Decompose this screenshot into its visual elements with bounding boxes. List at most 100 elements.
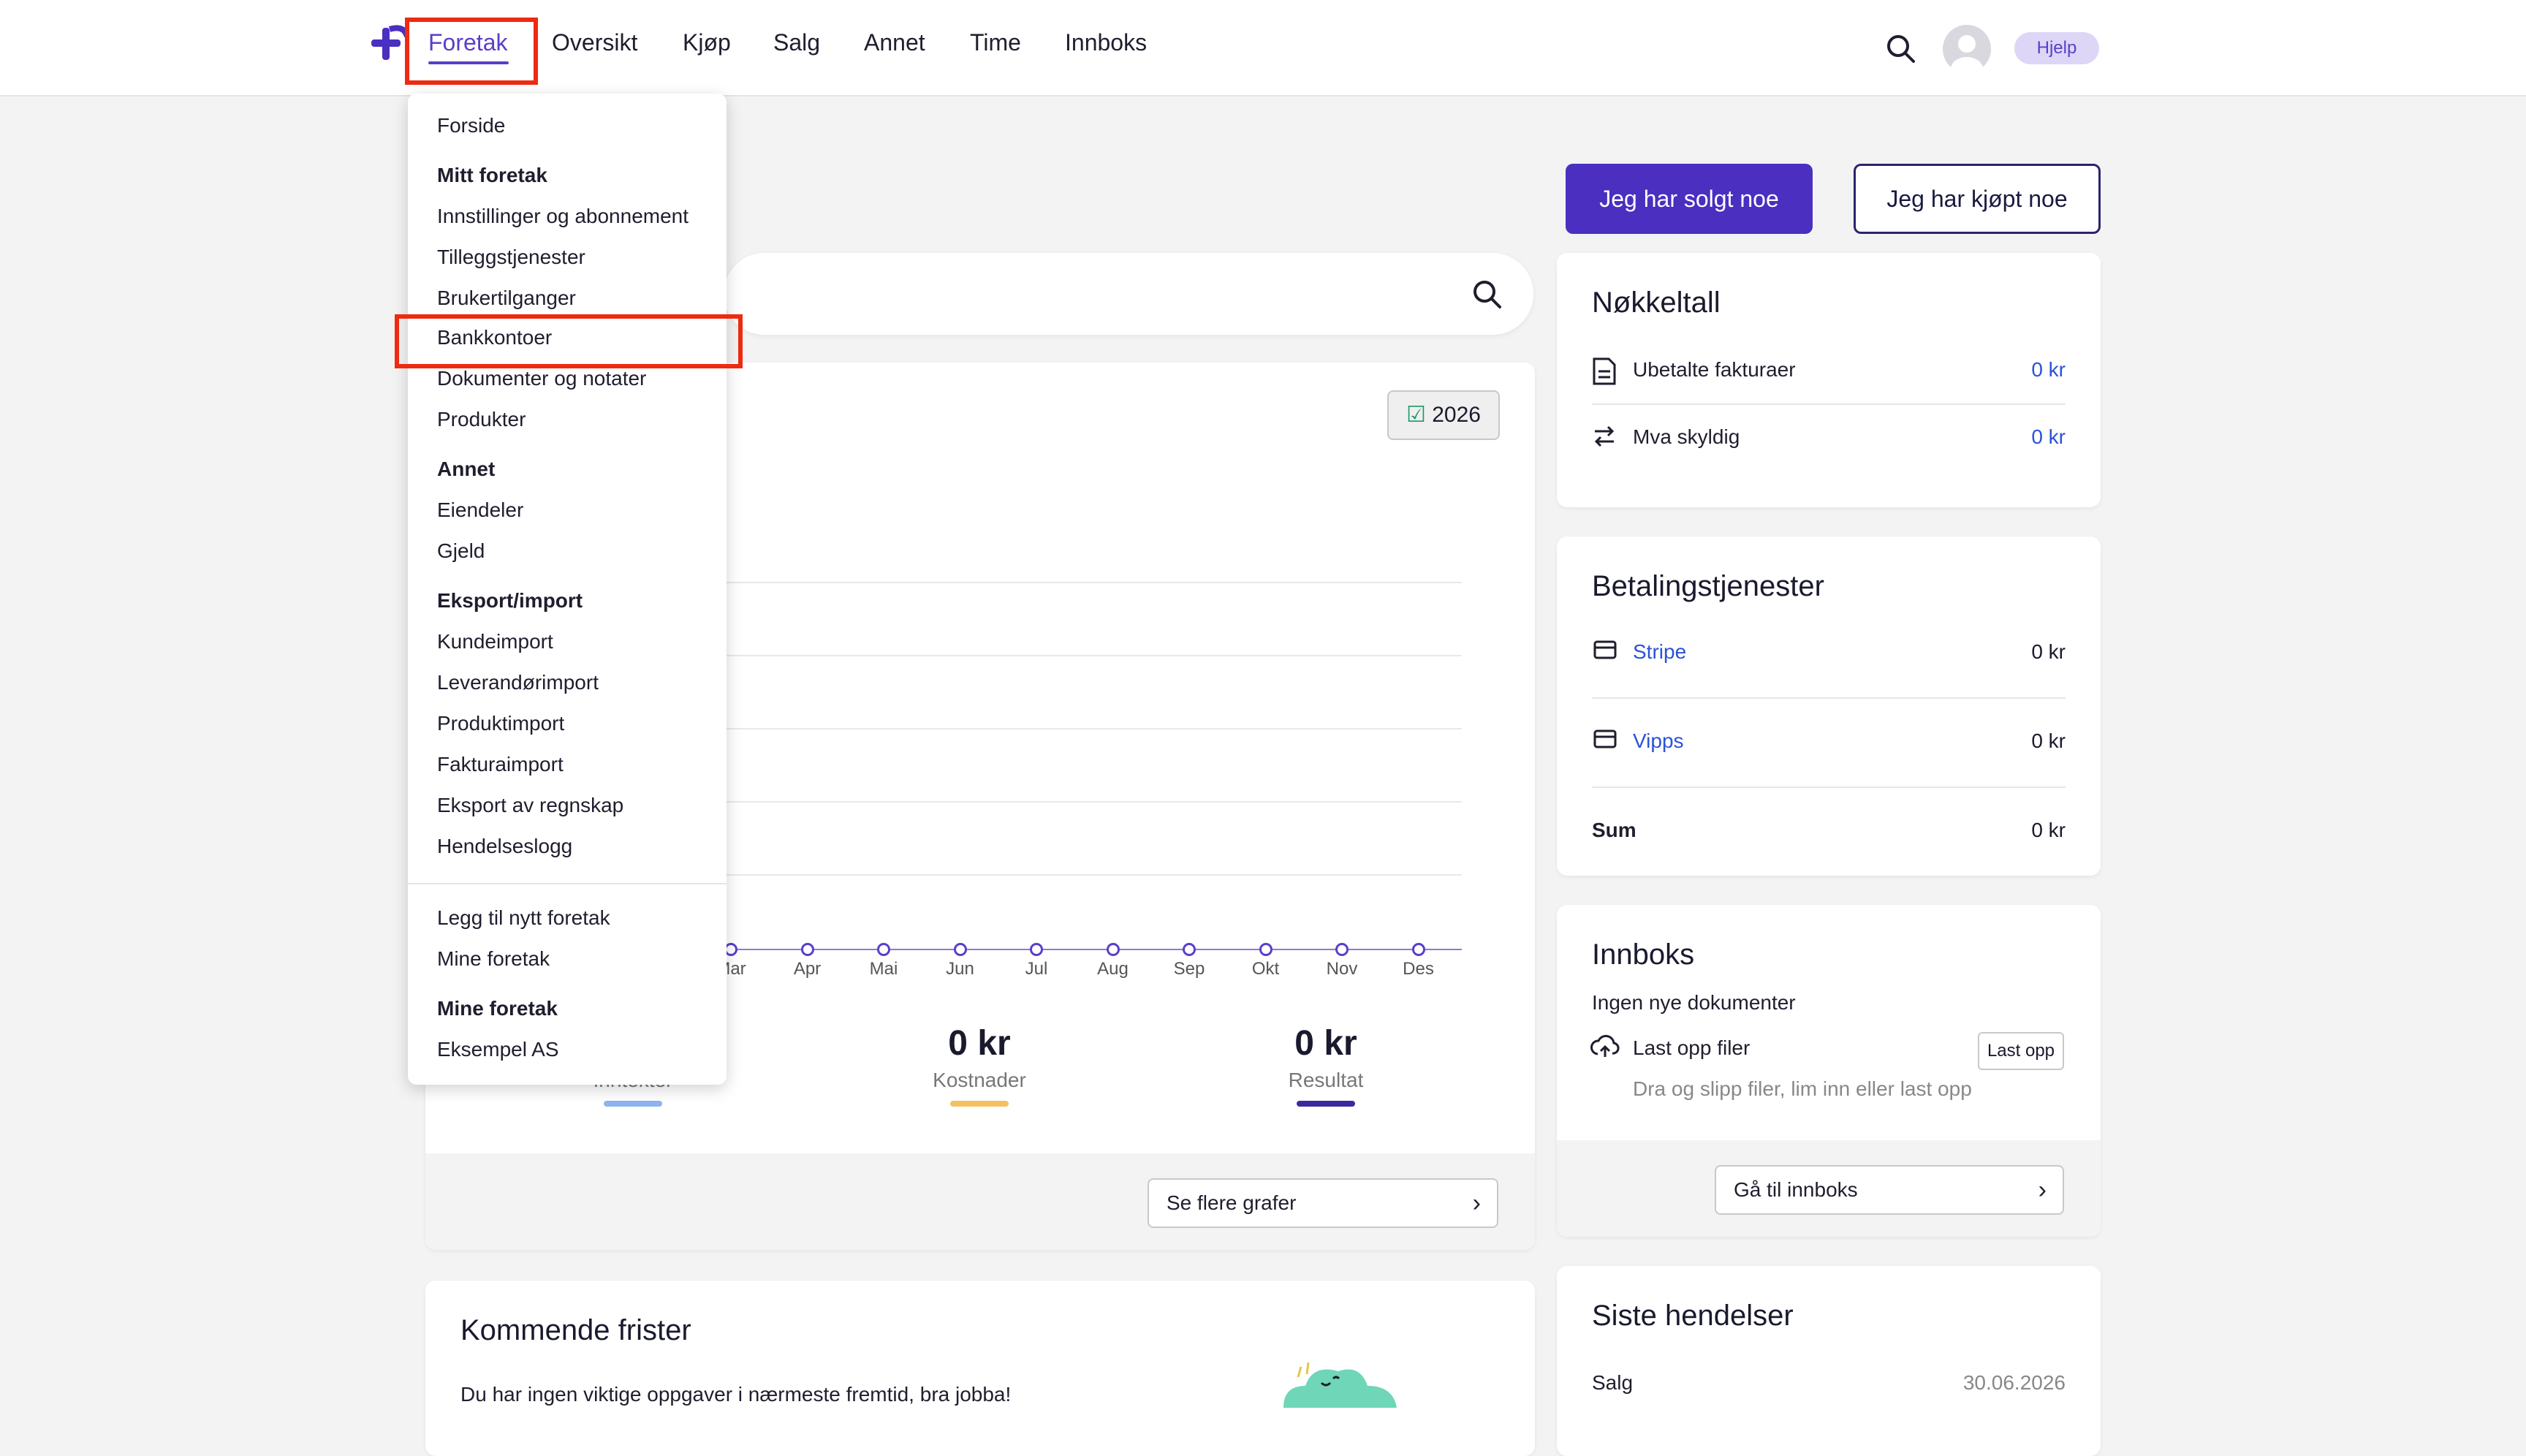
menu-item-company[interactable]: Eksempel AS [437,1038,559,1061]
chart-month-label: Des [1403,959,1434,979]
menu-heading-mine-foretak: Mine foretak [437,997,558,1020]
nav-foretak[interactable]: Foretak [428,29,507,56]
inbox-title: Innboks [1592,939,1695,971]
chart-month-point [1411,943,1425,956]
chart-month-label: Jun [946,959,974,979]
upload-button[interactable]: Last opp [1978,1032,2064,1070]
vat-owed-value[interactable]: 0 kr [2031,425,2066,449]
stripe-link[interactable]: Stripe [1633,640,1686,664]
upload-hint: Dra og slipp filer, lim inn eller last o… [1633,1077,1972,1100]
cloud-upload-icon [1590,1034,1620,1057]
chart-card-footer: Se flere grafer › [425,1153,1535,1250]
vat-owed-label[interactable]: Mva skyldig [1633,425,1740,449]
foretak-dropdown-menu: Forside Mitt foretak Innstillinger og ab… [408,94,727,1085]
year-filter-button[interactable]: ☑ 2026 [1387,390,1500,440]
payment-services-title: Betalingstjenester [1592,570,1824,602]
search-input[interactable] [724,253,1533,335]
chart-month-point [1183,943,1196,956]
inbox-card-footer: Gå til innboks › [1557,1140,2101,1237]
menu-item-kundeimport[interactable]: Kundeimport [437,630,553,653]
user-avatar[interactable] [1943,25,1991,73]
upload-files-label: Last opp filer [1633,1036,1751,1059]
key-figures-title: Nøkkeltall [1592,287,1721,319]
stripe-value: 0 kr [2031,640,2066,663]
chart-month-point [953,943,967,956]
divider [1592,697,2066,699]
nav-time[interactable]: Time [970,29,1021,56]
top-navigation-bar: Foretak Oversikt Kjøp Salg Annet Time In… [0,0,2526,96]
costs-color-bar [950,1101,1009,1107]
chart-month-point [1259,943,1273,956]
menu-item-brukertilganger[interactable]: Brukertilganger [437,287,576,310]
costs-value: 0 kr [948,1024,1011,1063]
search-icon[interactable] [1884,32,1916,64]
chart-gridline [724,582,1462,583]
search-icon[interactable] [1471,278,1503,310]
nav-oversikt[interactable]: Oversikt [552,29,637,56]
see-more-graphs-label: Se flere grafer [1167,1191,1297,1214]
income-color-bar [604,1101,662,1107]
divider [1592,786,2066,788]
card-icon [1593,729,1617,748]
checkbox-icon: ☑ [1406,403,1426,427]
chart-month-point [1335,943,1349,956]
unpaid-invoices-label[interactable]: Ubetalte fakturaer [1633,358,1796,382]
menu-item-hendelseslogg[interactable]: Hendelseslogg [437,835,572,858]
menu-item-leverandorimport[interactable]: Leverandørimport [437,671,599,694]
result-color-bar [1297,1101,1355,1107]
menu-heading-annet: Annet [437,458,496,480]
menu-item-bankkontoer[interactable]: Bankkontoer [437,326,552,349]
chart-month-label: Jul [1025,959,1048,979]
menu-item-gjeld[interactable]: Gjeld [437,539,485,563]
unpaid-invoices-value[interactable]: 0 kr [2031,358,2066,382]
result-label: Resultat [1288,1069,1364,1091]
menu-item-tilleggstjenester[interactable]: Tilleggstjenester [437,246,585,269]
sold-something-button[interactable]: Jeg har solgt noe [1566,164,1813,234]
chart-month-point [800,943,814,956]
menu-item-legg-til-foretak[interactable]: Legg til nytt foretak [437,906,610,930]
menu-item-produktimport[interactable]: Produktimport [437,712,564,735]
see-more-graphs-button[interactable]: Se flere grafer › [1148,1178,1498,1228]
vipps-link[interactable]: Vipps [1633,729,1684,753]
deadlines-title: Kommende frister [460,1314,691,1346]
chart-gridline [724,728,1462,729]
sum-value: 0 kr [2031,819,2066,841]
divider [1592,403,2066,405]
help-button[interactable]: Hjelp [2014,32,2099,64]
menu-item-forside[interactable]: Forside [437,114,505,137]
menu-heading-eksport-import: Eksport/import [437,589,583,612]
go-to-inbox-button[interactable]: Gå til innboks › [1715,1165,2064,1215]
card-icon [1593,640,1617,659]
menu-item-eiendeler[interactable]: Eiendeler [437,498,523,522]
costs-label: Kostnader [933,1069,1026,1091]
menu-item-eksport-regnskap[interactable]: Eksport av regnskap [437,794,623,817]
chart-month-label: Apr [793,959,822,979]
menu-item-fakturaimport[interactable]: Fakturaimport [437,753,564,776]
chart-gridline [724,801,1462,803]
recent-events-card [1557,1266,2101,1456]
bought-something-button[interactable]: Jeg har kjøpt noe [1854,164,2101,234]
nav-innboks[interactable]: Innboks [1065,29,1147,56]
nav-salg[interactable]: Salg [773,29,820,56]
event-label[interactable]: Salg [1592,1371,1633,1395]
app-logo-icon[interactable] [371,22,408,66]
chart-month-label: Sep [1173,959,1205,979]
mascot-illustration-icon [1283,1362,1397,1408]
chart-month-label: Okt [1251,959,1280,979]
deadlines-empty-text: Du har ingen viktige oppgaver i nærmeste… [460,1383,1012,1406]
chart-month-label: Mai [869,959,898,979]
chart-month-label: Nov [1326,959,1358,979]
year-label: 2026 [1432,403,1481,427]
chart-month-point [877,943,890,956]
menu-item-produkter[interactable]: Produkter [437,408,526,431]
menu-item-mine-foretak[interactable]: Mine foretak [437,947,550,971]
user-icon [1951,35,1983,73]
menu-item-dokumenter[interactable]: Dokumenter og notater [437,367,646,390]
nav-kjop[interactable]: Kjøp [683,29,731,56]
chevron-right-icon: › [2038,1176,2047,1204]
nav-annet[interactable]: Annet [864,29,925,56]
chevron-right-icon: › [1472,1189,1481,1217]
go-to-inbox-label: Gå til innboks [1734,1178,1858,1201]
menu-item-innstillinger[interactable]: Innstillinger og abonnement [437,205,689,228]
recent-events-title: Siste hendelser [1592,1300,1794,1332]
